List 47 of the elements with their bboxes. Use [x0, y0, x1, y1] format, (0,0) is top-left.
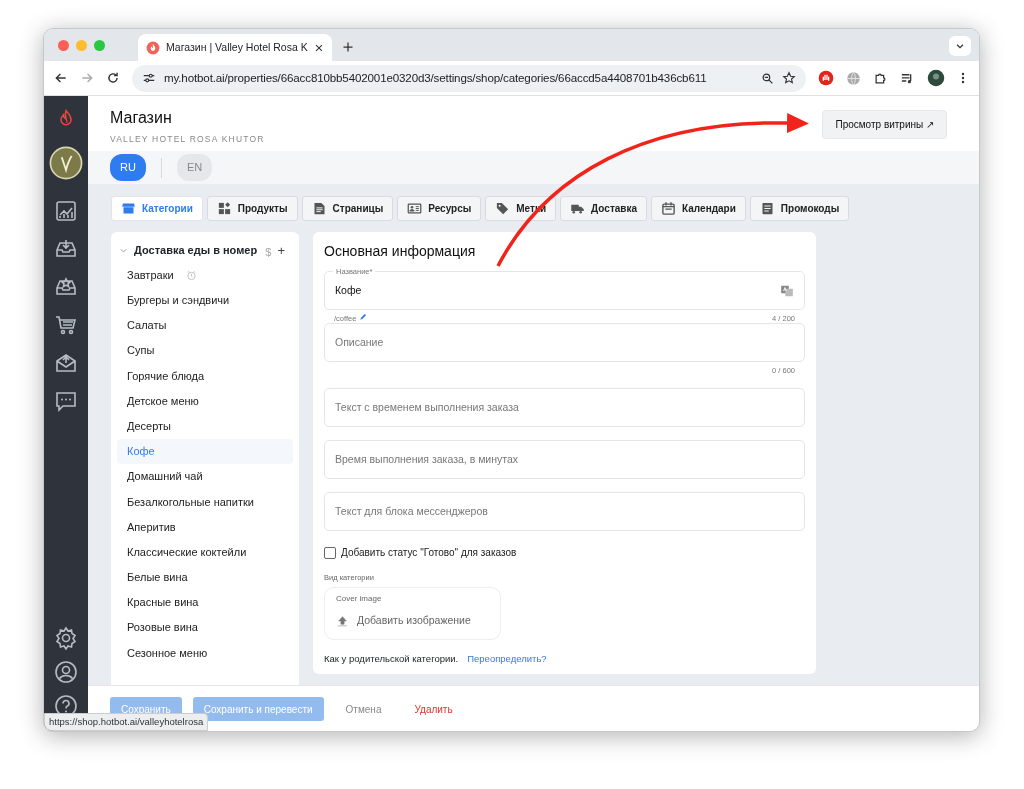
link-preview-tooltip: https://shop.hotbot.ai/valleyhotelrosa: [44, 712, 209, 731]
page-title: Магазин: [110, 108, 173, 128]
cover-image-label: Cover image: [336, 593, 383, 606]
category-tab[interactable]: Доставка: [560, 196, 648, 221]
storefront-preview-button[interactable]: Просмотр витрины ↗: [822, 110, 947, 139]
url-text: my.hotbot.ai/properties/66acc810bb5402001e0320d3/settings/shop/categories/66accd5a4408701b436cb611: [164, 70, 708, 87]
text-field[interactable]: Текст с временем выполнения заказа: [324, 388, 805, 427]
category-tab[interactable]: Промокоды: [749, 196, 850, 221]
cover-image-upload[interactable]: Cover image Добавить изображение: [324, 587, 501, 640]
category-tab[interactable]: Категории: [111, 196, 203, 221]
category-item[interactable]: Супы: [117, 338, 293, 364]
section-title: Основная информация: [324, 242, 477, 261]
category-item[interactable]: Кофе: [117, 438, 293, 464]
category-item[interactable]: Домашний чай: [117, 464, 293, 490]
add-image-text: Добавить изображение: [357, 613, 471, 629]
cancel-button[interactable]: Отмена: [334, 697, 393, 721]
category-item[interactable]: Бургеры и сэндвичи: [117, 287, 293, 313]
category-item[interactable]: Белые вина: [117, 564, 293, 590]
browser-tab[interactable]: Магазин | Valley Hotel Rosa K: [138, 34, 332, 61]
inherit-note: Как у родительской категории.: [324, 652, 459, 666]
category-item[interactable]: Безалкогольные напитки: [117, 489, 293, 515]
category-item[interactable]: Детское меню: [117, 388, 293, 414]
category-item[interactable]: Розовые вина: [117, 615, 293, 641]
text-field[interactable]: Описание: [324, 323, 805, 362]
override-link[interactable]: Переопределить?: [467, 652, 547, 667]
category-item[interactable]: Сезонное меню: [117, 640, 293, 666]
address-bar[interactable]: my.hotbot.ai/properties/66acc810bb5402001e0320d3/settings/shop/categories/66accd5a4408701b436cb611: [132, 64, 806, 92]
category-tab[interactable]: Ресурсы: [397, 196, 482, 221]
category-item[interactable]: Классические коктейли: [117, 539, 293, 565]
language-button[interactable]: RU: [110, 154, 146, 181]
category-item[interactable]: Аперитив: [117, 514, 293, 540]
category-tab[interactable]: Продукты: [206, 196, 298, 221]
category-item[interactable]: Горячие блюда: [117, 363, 293, 389]
category-tab[interactable]: Страницы: [301, 196, 394, 221]
category-item[interactable]: Десерты: [117, 413, 293, 439]
delete-button[interactable]: Удалить: [403, 697, 464, 721]
text-field[interactable]: Текст для блока мессенджеров: [324, 492, 805, 531]
text-field[interactable]: Время выполнения заказа, в минутах: [324, 440, 805, 479]
category-group-title[interactable]: Доставка еды в номер: [134, 244, 260, 258]
category-tab[interactable]: Календари: [651, 196, 746, 221]
property-name: VALLEY HOTEL ROSA KHUTOR: [110, 133, 265, 146]
checkbox-label: Добавить статус "Готово" для заказов: [341, 546, 517, 560]
category-item[interactable]: Красные вина: [117, 589, 293, 616]
category-item[interactable]: Салаты: [117, 312, 293, 339]
tab-title: Магазин | Valley Hotel Rosa K: [166, 39, 308, 55]
add-button[interactable]: +: [277, 244, 285, 257]
category-item[interactable]: Завтраки: [117, 262, 293, 288]
